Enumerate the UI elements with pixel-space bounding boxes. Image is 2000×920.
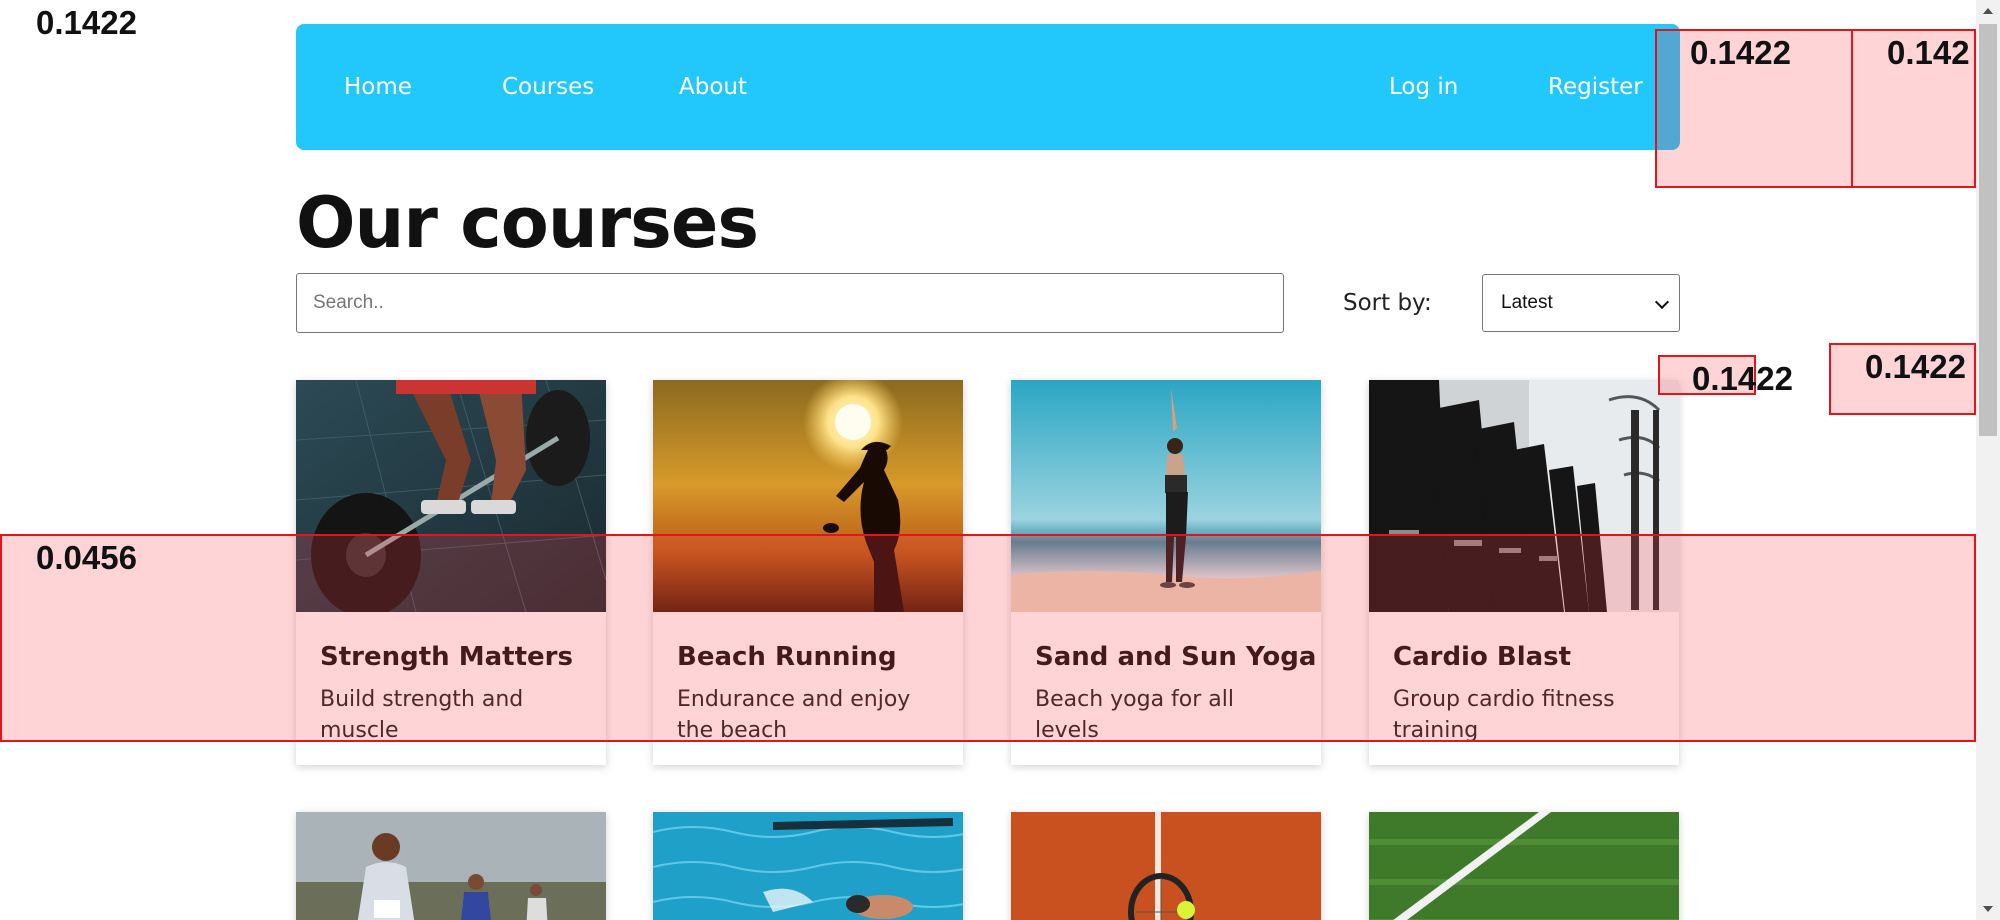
annotation-box xyxy=(0,534,1976,742)
annotation-label: 0.1422 xyxy=(1865,348,1966,385)
course-card[interactable] xyxy=(1011,812,1321,920)
nav-login-link[interactable]: Log in xyxy=(1389,24,1458,150)
nav-courses-link[interactable]: Courses xyxy=(502,24,594,150)
course-card[interactable] xyxy=(653,812,963,920)
annotation-label: 0.1422 xyxy=(1692,360,1793,397)
course-image-swimming xyxy=(653,812,963,920)
page-title: Our courses xyxy=(296,182,759,264)
course-image-tennis xyxy=(1011,812,1321,920)
course-image-field xyxy=(1369,812,1679,920)
page: Home Courses About Log in Register Our c… xyxy=(0,0,2000,920)
nav-home-link[interactable]: Home xyxy=(344,24,412,150)
annotation-label: 0.0456 xyxy=(36,539,137,576)
chevron-down-icon xyxy=(1654,294,1670,310)
sort-select[interactable]: Latest xyxy=(1482,274,1680,332)
course-image-marathon xyxy=(296,812,606,920)
annotation-label: 0.1422 xyxy=(1690,34,1791,71)
navbar: Home Courses About Log in Register xyxy=(296,24,1680,150)
nav-register-link[interactable]: Register xyxy=(1548,24,1643,150)
nav-about-link[interactable]: About xyxy=(679,24,747,150)
scroll-up-icon[interactable] xyxy=(1983,8,1993,14)
course-card[interactable] xyxy=(296,812,606,920)
course-card[interactable] xyxy=(1369,812,1679,920)
annotation-label: 0.1422 xyxy=(36,4,137,41)
scrollbar-thumb[interactable] xyxy=(1979,24,1997,436)
sort-selected-value: Latest xyxy=(1501,292,1553,313)
search-input[interactable] xyxy=(296,273,1284,333)
scroll-down-icon[interactable] xyxy=(1983,906,1993,912)
sort-label: Sort by: xyxy=(1343,290,1432,316)
annotation-label: 0.142 xyxy=(1887,34,1970,71)
